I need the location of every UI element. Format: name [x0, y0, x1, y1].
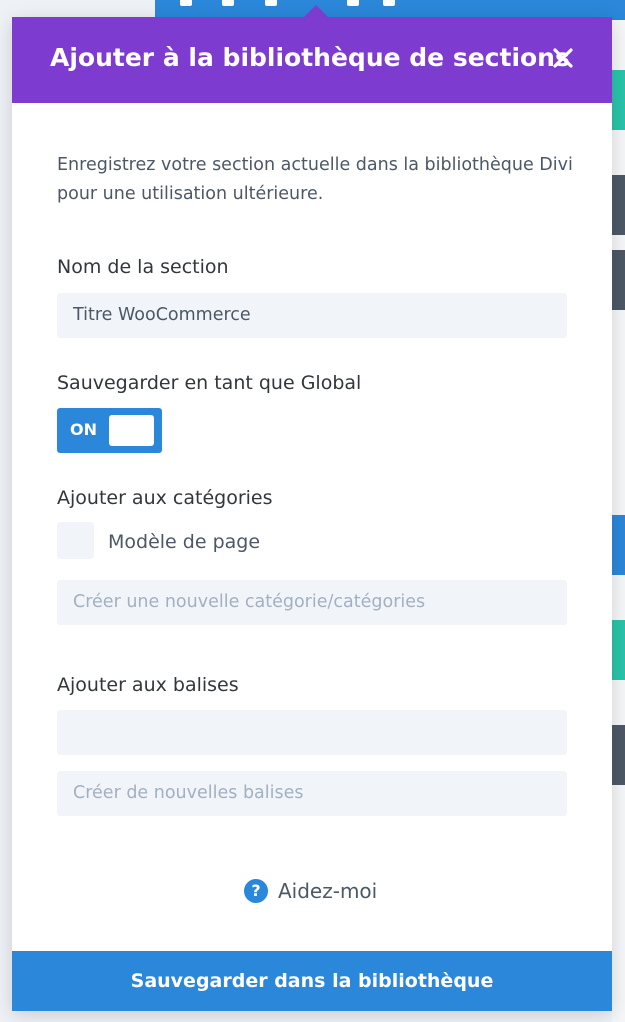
module-strip	[612, 175, 625, 235]
new-tags-input[interactable]: Créer de nouvelles balises	[57, 771, 567, 816]
toggle-label: ON	[70, 420, 97, 439]
modal-header: Ajouter à la bibliothèque de sections	[12, 17, 612, 103]
modal-description: Enregistrez votre section actuelle dans …	[57, 155, 573, 204]
new-category-input[interactable]: Créer une nouvelle catégorie/catégories	[57, 580, 567, 625]
save-to-library-button[interactable]: Sauvegarder dans la bibliothèque	[12, 951, 612, 1011]
category-checkbox-label[interactable]: Modèle de page	[108, 531, 260, 553]
toggle-knob	[109, 415, 154, 446]
question-circle-icon: ?	[244, 879, 268, 903]
tags-label: Ajouter aux balises	[57, 674, 239, 696]
categories-label: Ajouter aux catégories	[57, 487, 273, 509]
section-name-input[interactable]: Titre WooCommerce	[57, 293, 567, 338]
module-strip	[612, 725, 625, 785]
close-icon	[553, 48, 573, 68]
module-strip	[612, 515, 625, 575]
category-checkbox[interactable]	[57, 522, 94, 559]
toolbar-icon[interactable]	[180, 0, 192, 6]
tags-input[interactable]	[57, 710, 567, 755]
toolbar-icon[interactable]	[347, 0, 359, 6]
module-strip	[612, 620, 625, 680]
section-name-label: Nom de la section	[57, 256, 229, 278]
help-label: Aidez-moi	[278, 879, 378, 903]
global-toggle[interactable]: ON	[57, 408, 162, 453]
global-label: Sauvegarder en tant que Global	[57, 372, 362, 394]
module-strip	[612, 70, 625, 130]
toolbar-icon[interactable]	[265, 0, 277, 6]
close-button[interactable]	[550, 45, 576, 71]
toolbar-icon[interactable]	[383, 0, 395, 6]
builder-canvas	[612, 20, 625, 1022]
modal-title: Ajouter à la bibliothèque de sections	[50, 43, 570, 72]
module-strip	[612, 250, 625, 310]
add-to-library-modal: Ajouter à la bibliothèque de sections En…	[12, 5, 612, 1011]
toolbar-icon[interactable]	[222, 0, 234, 6]
